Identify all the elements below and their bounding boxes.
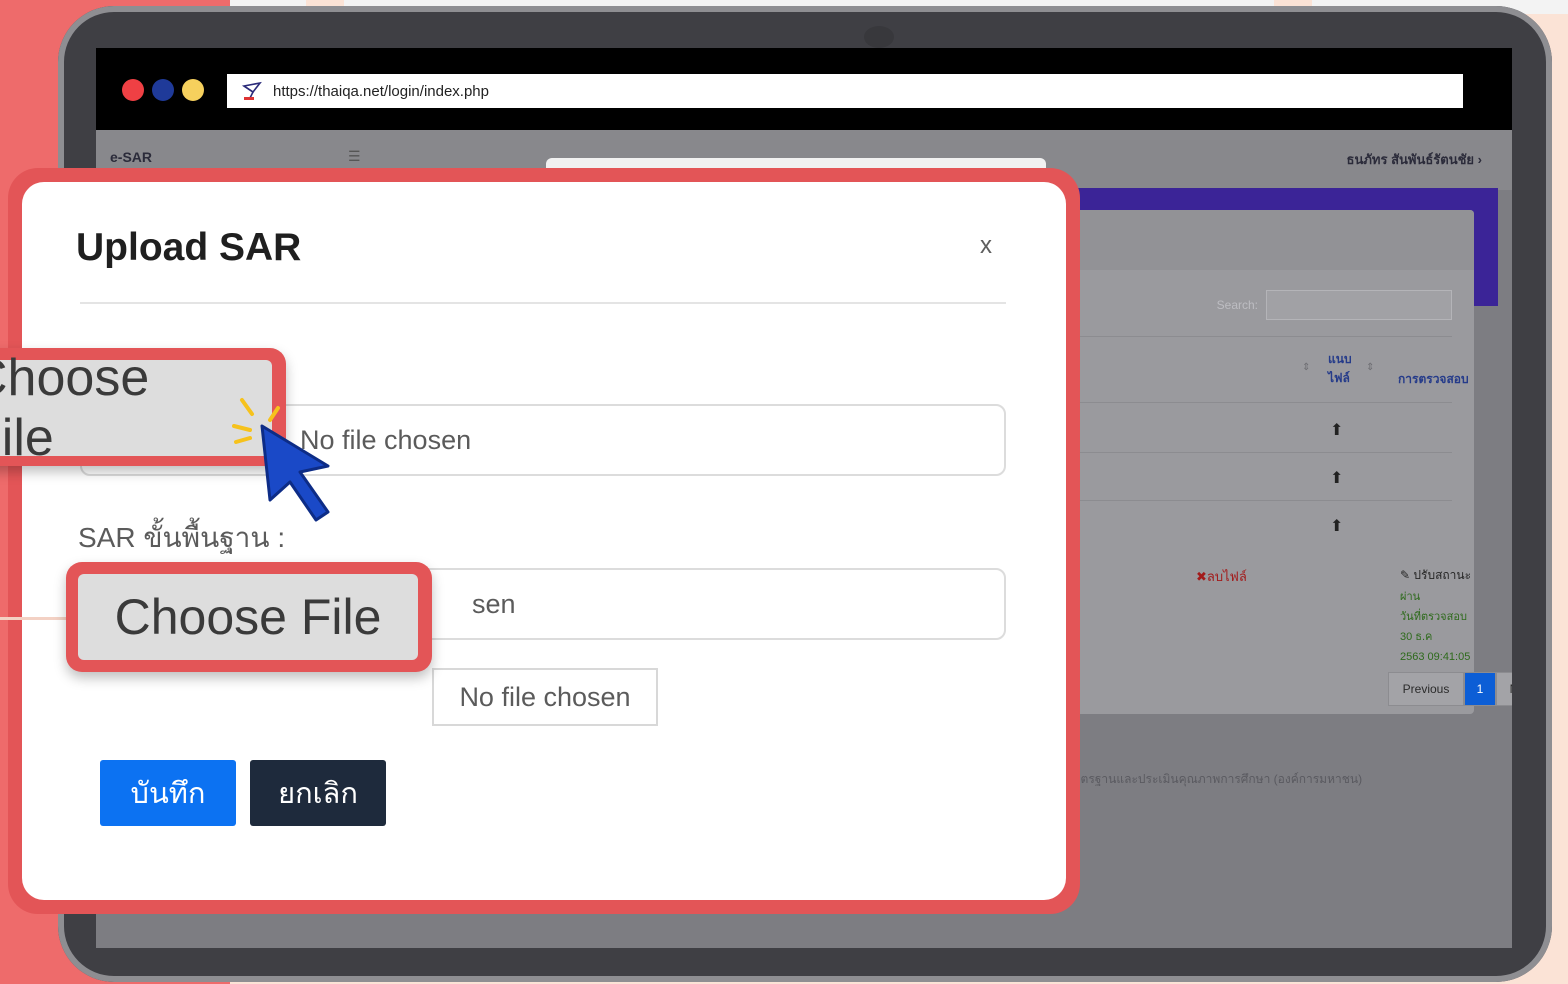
card-header (1016, 210, 1474, 270)
save-button[interactable]: บันทึก (100, 760, 236, 826)
minimize-window-dot[interactable] (152, 79, 174, 101)
modal-divider (80, 302, 1006, 304)
update-status-label: ปรับสถานะ (1413, 568, 1472, 582)
column-header-review[interactable]: การตรวจสอบ (1398, 370, 1469, 389)
search-label: Search: (1216, 298, 1258, 312)
browser-toolbar: https://thaiqa.net/login/index.php (96, 48, 1512, 130)
status-line: วันที่ตรวจสอบ 30 ธ.ค (1400, 611, 1467, 643)
status-detail: ผ่าน วันที่ตรวจสอบ 30 ธ.ค 2563 09:41:05 (1400, 587, 1474, 667)
files-table-card: Search: แนบ ไฟล์ ⇕ ⇕ การตรวจสอบ ⇕ ⬆ ⬆ ✖ล… (1016, 210, 1512, 714)
close-window-dot[interactable] (122, 79, 144, 101)
choose-file-button-2[interactable]: Choose File (78, 574, 418, 660)
maximize-window-dot[interactable] (182, 79, 204, 101)
update-status-link[interactable]: ✎ ปรับสถานะ (1400, 566, 1471, 585)
app-brand[interactable]: e-SAR (110, 149, 152, 165)
site-favicon-icon (241, 81, 262, 100)
file-input-2-status: sen (472, 588, 516, 619)
close-icon[interactable]: x (980, 232, 992, 260)
cancel-button[interactable]: ยกเลิก (250, 760, 386, 826)
modal-title: Upload SAR (76, 226, 302, 269)
no-file-chosen-box: No file chosen (432, 668, 658, 726)
delete-file-link[interactable]: ✖ลบไฟล์ (1196, 566, 1247, 587)
pager-next[interactable]: Next (1496, 672, 1512, 706)
table-divider (1016, 500, 1452, 501)
pager-previous[interactable]: Previous (1388, 672, 1464, 706)
table-divider (1016, 336, 1452, 337)
tablet-camera (864, 26, 894, 48)
table-divider (1016, 452, 1452, 453)
sort-icon[interactable]: ⇕ (1366, 362, 1374, 373)
upload-sar-modal: Upload SAR x No file chosen SAR ขั้นพื้น… (22, 182, 1066, 900)
url-text: https://thaiqa.net/login/index.php (273, 82, 489, 100)
hamburger-icon[interactable]: ☰ (348, 148, 361, 165)
sort-icon[interactable]: ⇕ (1302, 362, 1310, 373)
status-line: 2563 09:41:05 (1400, 651, 1471, 663)
status-line: ผ่าน (1400, 591, 1421, 603)
pager-page-1[interactable]: 1 (1464, 672, 1496, 706)
table-divider (1016, 402, 1452, 403)
address-bar[interactable]: https://thaiqa.net/login/index.php (227, 74, 1463, 108)
upload-icon[interactable]: ⬆ (1330, 468, 1343, 488)
search-input[interactable] (1266, 290, 1452, 320)
upload-icon[interactable]: ⬆ (1330, 516, 1343, 536)
mouse-pointer-icon (232, 398, 330, 522)
upload-icon[interactable]: ⬆ (1330, 420, 1343, 440)
column-header-attach[interactable]: แนบ ไฟล์ (1328, 350, 1364, 388)
user-menu[interactable]: ธนภัทร สันพันธ์รัตนชัย › (1347, 149, 1482, 170)
